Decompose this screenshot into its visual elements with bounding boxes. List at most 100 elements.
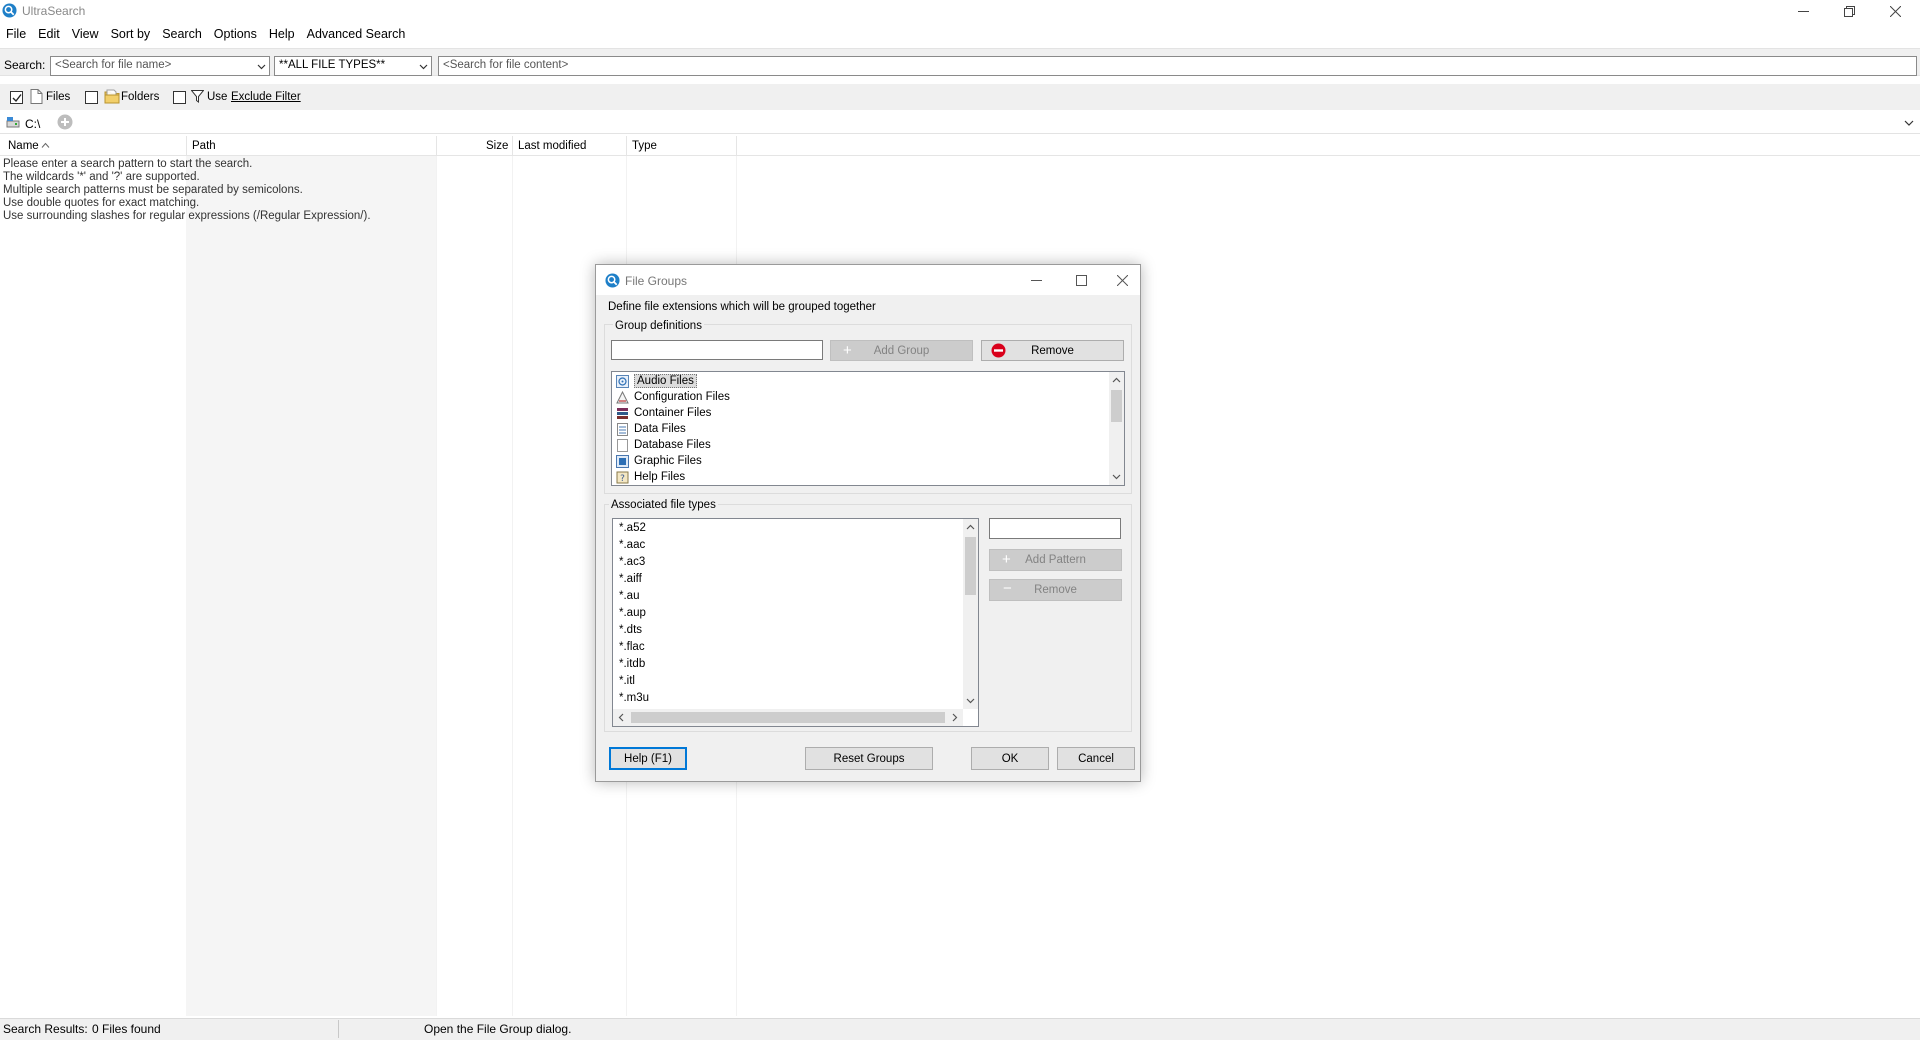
column-header-type[interactable]: Type (632, 140, 657, 152)
scrollbar-thumb[interactable] (1111, 390, 1122, 422)
menu-advanced-search[interactable]: Advanced Search (301, 24, 412, 44)
menu-help[interactable]: Help (263, 24, 301, 44)
data-file-icon (617, 422, 628, 436)
scroll-down-icon[interactable] (1111, 471, 1122, 482)
file-type-list[interactable]: *.a52 *.aac *.ac3 *.aiff *.au *.aup *.dt… (612, 518, 979, 727)
drive-path-label[interactable]: C:\ (25, 117, 40, 131)
pattern-input[interactable] (989, 518, 1121, 539)
remove-icon (991, 343, 1006, 358)
group-list[interactable]: Audio Files Configuration Files Containe… (611, 371, 1125, 486)
group-label: Container Files (634, 407, 712, 419)
scroll-down-icon[interactable] (965, 695, 976, 706)
file-type-item[interactable]: *.itdb (619, 658, 645, 670)
column-header-last-modified[interactable]: Last modified (518, 140, 586, 152)
add-path-icon[interactable] (57, 114, 73, 130)
scrollbar-thumb[interactable] (631, 712, 945, 723)
file-type-select[interactable]: **ALL FILE TYPES** (274, 56, 432, 76)
dialog-close-button[interactable] (1104, 270, 1140, 290)
restore-icon (1843, 5, 1855, 17)
cancel-button[interactable]: Cancel (1057, 747, 1135, 770)
group-item-configuration-files[interactable]: Configuration Files (616, 389, 730, 405)
scroll-up-icon[interactable] (1111, 375, 1122, 386)
remove-pattern-button[interactable]: − Remove (989, 579, 1122, 601)
menu-search[interactable]: Search (156, 24, 208, 44)
file-type-item[interactable]: *.ac3 (619, 556, 645, 568)
scroll-up-icon[interactable] (965, 522, 976, 533)
ok-button-label: OK (1001, 752, 1019, 765)
file-type-item[interactable]: *.aup (619, 607, 646, 619)
help-button[interactable]: Help (F1) (609, 747, 687, 770)
group-item-database-files[interactable]: Database Files (616, 437, 711, 453)
dialog-maximize-button[interactable] (1063, 270, 1099, 290)
add-group-button[interactable]: + Add Group (830, 340, 973, 361)
folders-checkbox[interactable] (85, 91, 98, 104)
remove-group-button[interactable]: Remove (981, 340, 1124, 361)
group-name-input[interactable] (611, 340, 823, 360)
file-type-list-vertical-scrollbar[interactable] (963, 519, 978, 709)
chevron-down-icon[interactable] (257, 62, 266, 71)
ultrasearch-logo-icon (605, 273, 620, 288)
group-list-scrollbar[interactable] (1109, 372, 1124, 485)
minimize-icon (1797, 10, 1809, 12)
exclude-filter-link[interactable]: Exclude Filter (231, 91, 301, 103)
group-item-audio-files[interactable]: Audio Files (616, 373, 697, 389)
column-separator (736, 136, 737, 156)
file-name-search-combo[interactable]: <Search for file name> (50, 56, 270, 76)
group-label: Data Files (634, 423, 686, 435)
menu-view[interactable]: View (66, 24, 105, 44)
files-checkbox[interactable] (10, 91, 23, 104)
graphic-file-icon (616, 454, 629, 468)
menu-file[interactable]: File (0, 24, 32, 44)
add-group-label: Add Group (873, 344, 930, 357)
menu-options[interactable]: Options (208, 24, 263, 44)
scroll-right-icon[interactable] (949, 712, 960, 723)
search-results-label: Search Results: (3, 1022, 88, 1036)
menu-sort-by[interactable]: Sort by (105, 24, 157, 44)
file-type-item[interactable]: *.itl (619, 675, 635, 687)
group-item-graphic-files[interactable]: Graphic Files (616, 453, 702, 469)
drive-icon (6, 117, 20, 128)
minimize-button[interactable] (1780, 0, 1826, 22)
chevron-down-icon[interactable] (419, 62, 428, 71)
file-type-list-horizontal-scrollbar[interactable] (613, 709, 963, 726)
ok-button[interactable]: OK (971, 747, 1049, 770)
hint-line: Multiple search patterns must be separat… (3, 184, 303, 196)
close-window-button[interactable] (1872, 0, 1918, 22)
status-message: Open the File Group dialog. (424, 1022, 572, 1036)
hint-line: Use surrounding slashes for regular expr… (3, 210, 371, 222)
scroll-left-icon[interactable] (616, 712, 627, 723)
column-header-path[interactable]: Path (192, 140, 216, 152)
menu-edit[interactable]: Edit (32, 24, 66, 44)
file-icon (30, 89, 43, 104)
file-type-item[interactable]: *.dts (619, 624, 642, 636)
column-header-size[interactable]: Size (486, 140, 508, 152)
use-exclude-filter-checkbox[interactable] (173, 91, 186, 104)
group-item-data-files[interactable]: Data Files (616, 421, 686, 437)
chevron-down-icon[interactable] (1904, 118, 1914, 128)
path-bar (0, 112, 1920, 134)
reset-groups-button[interactable]: Reset Groups (805, 747, 933, 770)
file-type-item[interactable]: *.au (619, 590, 639, 602)
restore-button[interactable] (1826, 0, 1872, 22)
dialog-title: File Groups (625, 274, 688, 288)
group-item-help-files[interactable]: ? Help Files (616, 469, 685, 485)
app-title: UltraSearch (22, 4, 86, 18)
svg-text:?: ? (620, 474, 625, 484)
dialog-minimize-button[interactable] (1018, 270, 1054, 290)
file-type-item[interactable]: *.aac (619, 539, 645, 551)
column-header-name[interactable]: Name (8, 140, 39, 152)
column-gridline (512, 156, 513, 1016)
folder-icon (104, 89, 120, 104)
minus-icon: − (1003, 580, 1012, 597)
file-type-item[interactable]: *.a52 (619, 522, 646, 534)
scrollbar-thumb[interactable] (965, 537, 976, 595)
file-type-item[interactable]: *.flac (619, 641, 645, 653)
search-results-count: 0 Files found (92, 1022, 161, 1036)
file-content-search-input[interactable]: <Search for file content> (438, 56, 1917, 76)
file-type-item[interactable]: *.aiff (619, 573, 642, 585)
help-button-label: Help (F1) (624, 752, 672, 765)
group-item-container-files[interactable]: Container Files (616, 405, 711, 421)
files-label: Files (46, 91, 71, 103)
file-type-item[interactable]: *.m3u (619, 692, 649, 704)
add-pattern-button[interactable]: + Add Pattern (989, 549, 1122, 571)
